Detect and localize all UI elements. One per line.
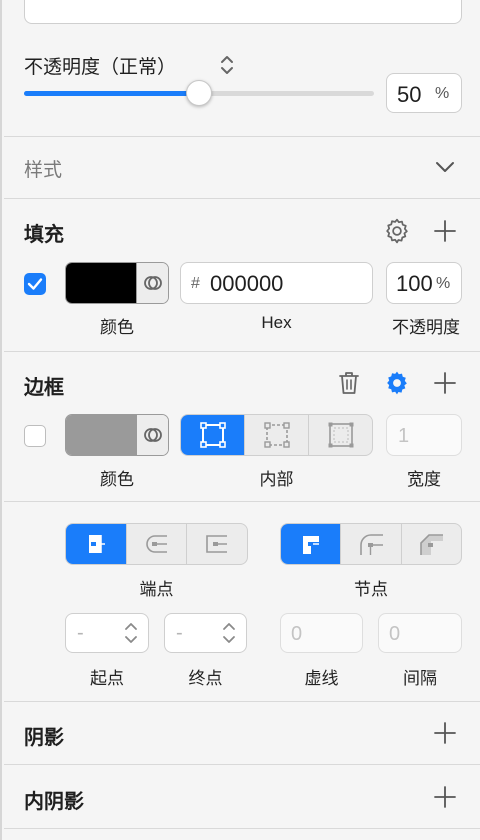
border-title: 边框 xyxy=(24,377,64,399)
name-field[interactable] xyxy=(24,0,462,24)
endpoint-square-option[interactable] xyxy=(187,524,247,564)
end-select[interactable]: - xyxy=(164,613,247,653)
gap-input-value: 0 xyxy=(389,623,401,645)
fill-title: 填充 xyxy=(24,224,64,246)
border-width-placeholder: 1 xyxy=(398,425,410,447)
dash-input[interactable]: 0 xyxy=(280,613,363,653)
gap-input[interactable]: 0 xyxy=(378,613,462,653)
trash-icon[interactable] xyxy=(335,368,363,398)
opacity-title: 不透明度（正常） xyxy=(24,57,177,78)
fill-opacity-unit: % xyxy=(436,275,451,292)
fill-hex-label: Hex xyxy=(261,313,292,332)
border-color-swatch[interactable] xyxy=(65,414,169,456)
end-select-value: - xyxy=(176,622,183,644)
fill-color-label: 颜色 xyxy=(100,318,134,337)
border-position-segmented[interactable] xyxy=(180,414,373,456)
divider xyxy=(4,764,480,765)
fill-opacity-label: 不透明度 xyxy=(392,318,460,337)
add-fill-icon[interactable] xyxy=(430,216,460,246)
opacity-slider-fill xyxy=(24,91,199,96)
border-width-label: 宽度 xyxy=(407,470,441,489)
border-position-label: 内部 xyxy=(259,470,294,489)
gear-icon[interactable] xyxy=(382,216,412,246)
border-color-well[interactable] xyxy=(66,415,136,455)
node-segmented[interactable] xyxy=(280,523,462,565)
opacity-input[interactable]: 50 % xyxy=(386,73,462,113)
up-down-icon xyxy=(124,620,138,651)
add-inner-shadow-icon[interactable] xyxy=(430,782,460,812)
border-color-label: 颜色 xyxy=(100,470,134,489)
up-down-icon[interactable] xyxy=(216,52,238,78)
dash-input-value: 0 xyxy=(291,623,303,645)
chevron-down-icon[interactable] xyxy=(432,155,458,179)
add-border-icon[interactable] xyxy=(430,368,460,398)
start-select-value: - xyxy=(77,622,84,644)
opacity-input-unit: % xyxy=(435,85,450,102)
dash-label: 虚线 xyxy=(304,669,339,688)
up-down-icon xyxy=(222,620,236,651)
hex-prefix: # xyxy=(191,275,200,292)
border-outside-option[interactable] xyxy=(309,415,372,455)
endpoint-butt-option[interactable] xyxy=(66,524,127,564)
border-inside-option[interactable] xyxy=(181,415,245,455)
divider xyxy=(4,351,480,352)
color-link-icon[interactable] xyxy=(136,415,168,455)
fill-opacity-value: 100 xyxy=(396,271,433,296)
inspector-panel: 不透明度（正常） 50 % 样式 填充 # 000000 100 % 颜色 He… xyxy=(0,0,480,840)
divider xyxy=(4,828,480,829)
fill-enabled-checkbox[interactable] xyxy=(24,273,46,295)
border-center-option[interactable] xyxy=(245,415,309,455)
shadow-title: 阴影 xyxy=(24,727,64,749)
node-bevel-option[interactable] xyxy=(402,524,461,564)
divider xyxy=(4,198,480,199)
node-label: 节点 xyxy=(354,580,388,599)
divider xyxy=(4,701,480,702)
add-shadow-icon[interactable] xyxy=(430,718,460,748)
node-round-option[interactable] xyxy=(341,524,402,564)
endpoint-segmented[interactable] xyxy=(65,523,248,565)
fill-opacity-input[interactable]: 100 % xyxy=(386,262,462,304)
divider xyxy=(4,501,480,502)
color-link-icon[interactable] xyxy=(136,263,168,303)
opacity-input-value: 50 xyxy=(397,82,422,107)
gear-icon-active[interactable] xyxy=(382,368,412,398)
gap-label: 间隔 xyxy=(403,669,437,688)
border-enabled-checkbox[interactable] xyxy=(24,425,46,447)
fill-color-well[interactable] xyxy=(66,263,136,303)
fill-hex-input[interactable]: # 000000 xyxy=(180,262,373,304)
divider xyxy=(4,136,480,137)
start-select[interactable]: - xyxy=(65,613,149,653)
inner-shadow-title: 内阴影 xyxy=(24,791,84,813)
start-label: 起点 xyxy=(90,669,124,688)
hex-value: 000000 xyxy=(210,271,284,296)
node-miter-option[interactable] xyxy=(281,524,342,564)
endpoint-label: 端点 xyxy=(139,580,174,599)
end-label: 终点 xyxy=(188,669,223,688)
fill-color-swatch[interactable] xyxy=(65,262,169,304)
opacity-slider-thumb[interactable] xyxy=(186,80,212,106)
border-width-input[interactable]: 1 xyxy=(386,414,462,456)
style-section-title: 样式 xyxy=(24,160,63,181)
endpoint-round-option[interactable] xyxy=(127,524,188,564)
